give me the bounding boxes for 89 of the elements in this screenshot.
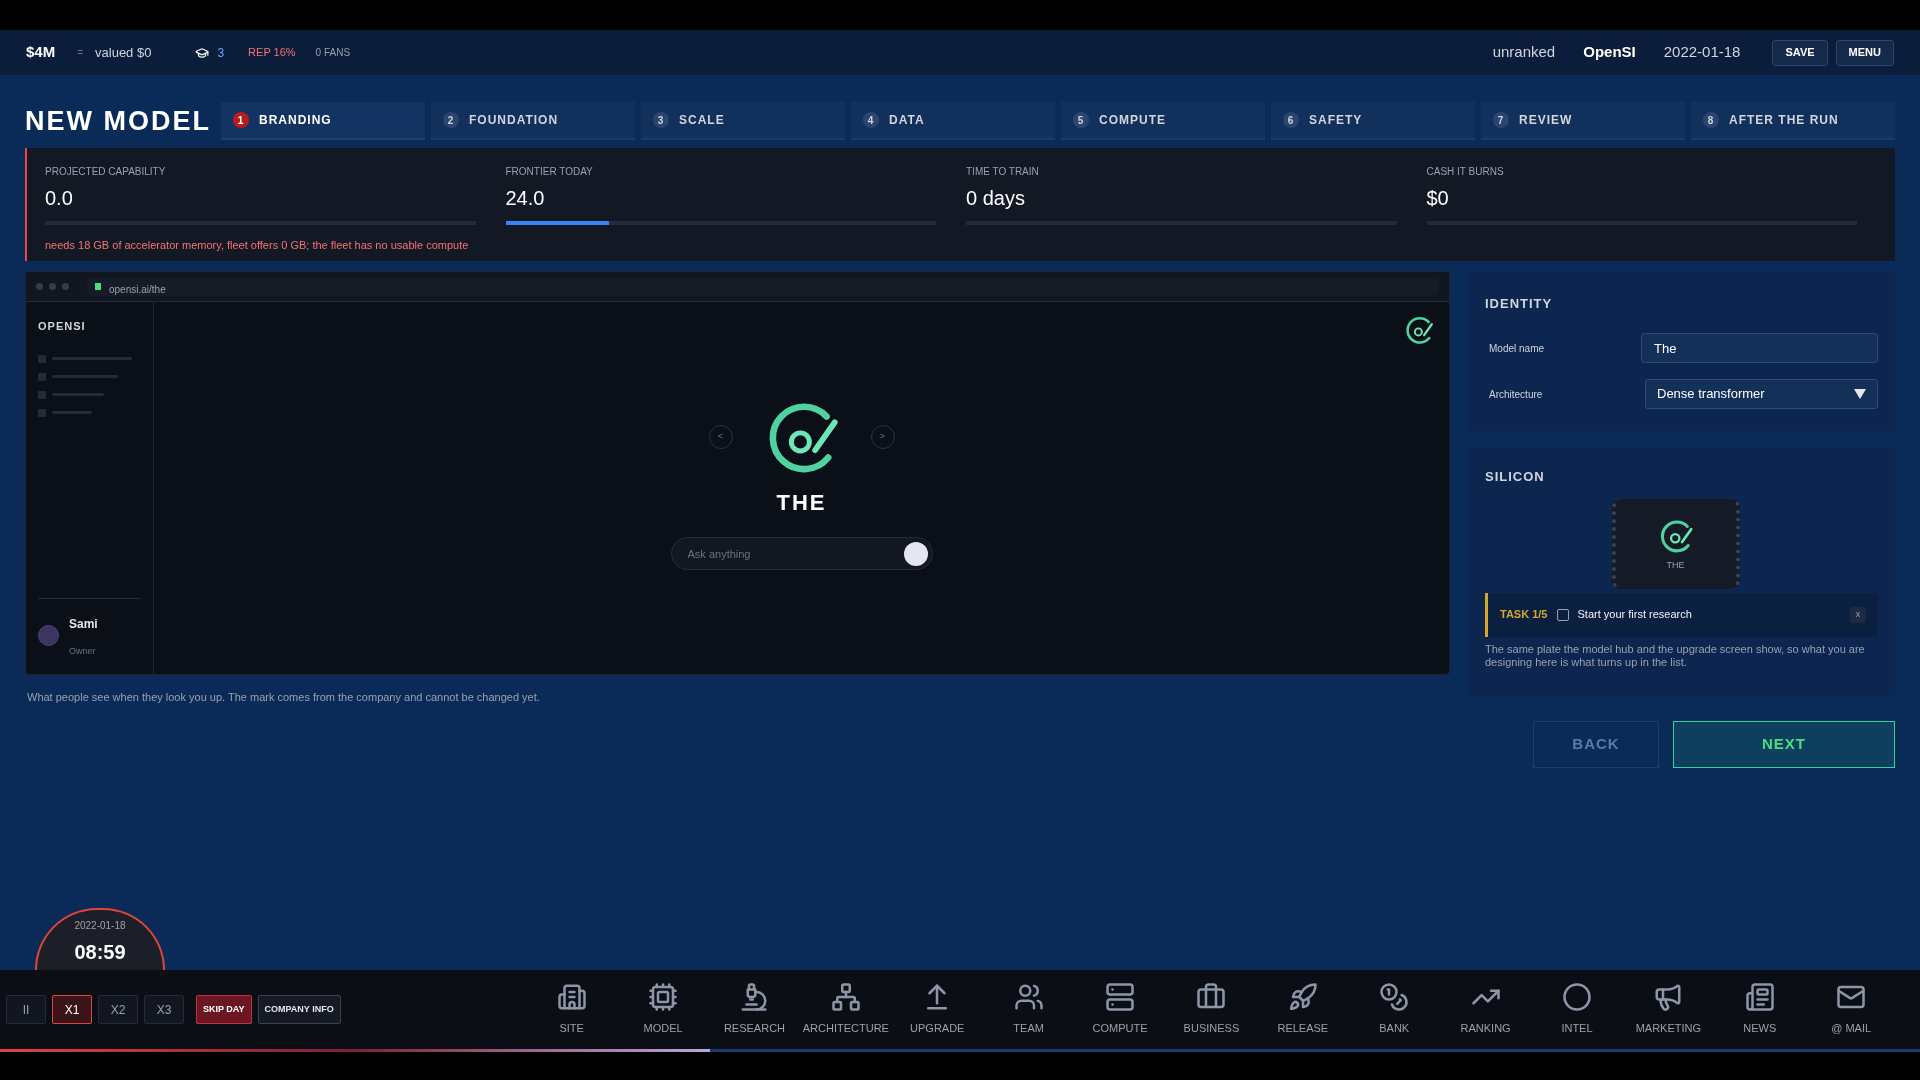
stat-label: PROJECTED CAPABILITY	[45, 165, 167, 179]
speed-button[interactable]: X1	[52, 995, 92, 1024]
field-label: Architecture	[1489, 387, 1544, 402]
section-title: SILICON	[1485, 468, 1546, 486]
user-name: Sami	[69, 615, 98, 633]
model-name-field[interactable]: The	[1641, 333, 1878, 363]
stat-label: TIME TO TRAIN	[966, 165, 1040, 179]
next-button[interactable]: NEXT	[1673, 721, 1895, 768]
coins-icon	[1379, 982, 1410, 1013]
lock-icon	[95, 283, 101, 290]
dropdown-arrow-icon	[1854, 389, 1866, 399]
silicon-description: The same plate the model hub and the upgrade screen show, so what you are designing here is what turns up in the list.	[1485, 642, 1866, 669]
chip-label: THE	[1666, 558, 1685, 572]
task-title: TASK 1/5	[1500, 607, 1548, 623]
nav-button[interactable]: @ MAIL	[1805, 982, 1897, 1037]
model-title: THE	[776, 489, 827, 517]
avatar	[38, 624, 59, 646]
nav-button[interactable]: RELEASE	[1257, 982, 1349, 1037]
section-title: IDENTITY	[1485, 296, 1553, 311]
url: opensi.ai/the	[109, 283, 166, 297]
stat-value: 0 days	[966, 186, 1026, 211]
logo-icon	[1403, 314, 1435, 346]
researcher-count: 3	[217, 44, 225, 62]
company-info-button[interactable]: COMPANY INFO	[257, 995, 341, 1024]
menu-button[interactable]: MENU	[1835, 39, 1894, 66]
ask-field[interactable]: Ask anything	[670, 537, 933, 570]
fans: 0 FANS	[315, 46, 351, 60]
clock-time: 08:59	[74, 940, 126, 965]
building-icon	[556, 982, 587, 1013]
nav-placeholder-line	[52, 411, 92, 414]
step-tab[interactable]: 8 AFTER THE RUN	[1691, 102, 1895, 140]
clock-date: 2022-01-18	[74, 919, 126, 933]
close-button[interactable]: x	[1850, 606, 1866, 623]
company-name: OpenSI	[1583, 42, 1636, 63]
step-tab[interactable]: 4 DATA	[851, 102, 1055, 140]
nav-button[interactable]: SITE	[526, 982, 618, 1037]
nav-placeholder-line	[52, 393, 104, 396]
equals-sign: =	[77, 46, 84, 60]
task-text: Start your first research	[1577, 607, 1692, 623]
nav-button[interactable]: INTEL	[1531, 982, 1623, 1037]
speed-button[interactable]: X3	[144, 995, 184, 1024]
user-role: Owner	[69, 644, 97, 658]
save-button[interactable]: SAVE	[1772, 39, 1828, 66]
nav-button[interactable]: MARKETING	[1622, 982, 1715, 1037]
nav-placeholder-line	[52, 375, 118, 378]
rank: unranked	[1492, 42, 1556, 63]
valuation: valued $0	[95, 43, 152, 62]
nav-button[interactable]: TEAM	[982, 982, 1075, 1037]
step-tab[interactable]: 3 SCALE	[641, 102, 845, 140]
stat-value: 24.0	[505, 186, 546, 211]
step-tab[interactable]: 5 COMPUTE	[1061, 102, 1265, 140]
nav-button[interactable]: RESEARCH	[708, 982, 801, 1037]
hierarchy-icon	[830, 982, 861, 1013]
step-tab[interactable]: 6 SAFETY	[1271, 102, 1475, 140]
server-icon	[1105, 982, 1136, 1013]
site-brand: OPENSI	[38, 319, 87, 334]
skip-day-button[interactable]: SKIP DAY	[196, 995, 252, 1024]
architecture-dropdown[interactable]: Dense transformer	[1645, 379, 1878, 409]
task-checkbox[interactable]	[1557, 608, 1570, 621]
speed-button[interactable]: X2	[98, 995, 138, 1024]
megaphone-icon	[1653, 982, 1684, 1013]
cash: $4M	[26, 42, 56, 63]
nav-button[interactable]: COMPUTE	[1074, 982, 1166, 1037]
stat-label: CASH IT BURNS	[1426, 165, 1505, 179]
nav-button[interactable]: BUSINESS	[1165, 982, 1258, 1037]
stat-label: FRONTIER TODAY	[505, 165, 594, 179]
page-title: NEW MODEL	[25, 104, 212, 138]
newspaper-icon	[1744, 982, 1775, 1013]
chip-icon	[648, 982, 679, 1013]
step-tab[interactable]: 7 REVIEW	[1481, 102, 1685, 140]
field-label: Model name	[1489, 341, 1546, 356]
graduation-cap-icon	[195, 45, 210, 60]
nav-button[interactable]: BANK	[1348, 982, 1440, 1037]
stat-value: 0.0	[45, 186, 74, 211]
reputation: REP 16%	[248, 45, 296, 61]
nav-button[interactable]: UPGRADE	[891, 982, 983, 1037]
date: 2022-01-18	[1663, 42, 1741, 63]
stat-value: $0	[1426, 186, 1450, 211]
nav-button[interactable]: NEWS	[1714, 982, 1806, 1037]
preview-caption: What people see when they look you up. The mark comes from the company and cannot be changed yet.	[27, 690, 541, 705]
nav-button[interactable]: MODEL	[617, 982, 709, 1037]
nav-button[interactable]: ARCHITECTURE	[800, 982, 892, 1037]
step-tab[interactable]: 1 BRANDING	[221, 102, 425, 140]
rocket-icon	[1287, 982, 1318, 1013]
circle-icon	[1562, 982, 1592, 1013]
warning-text: needs 18 GB of accelerator memory, fleet offers 0 GB; the fleet has no usable compute	[45, 238, 470, 253]
step-tab[interactable]: 2 FOUNDATION	[431, 102, 635, 140]
nav-button[interactable]: RANKING	[1439, 982, 1532, 1037]
speed-button[interactable]: II	[6, 995, 46, 1024]
